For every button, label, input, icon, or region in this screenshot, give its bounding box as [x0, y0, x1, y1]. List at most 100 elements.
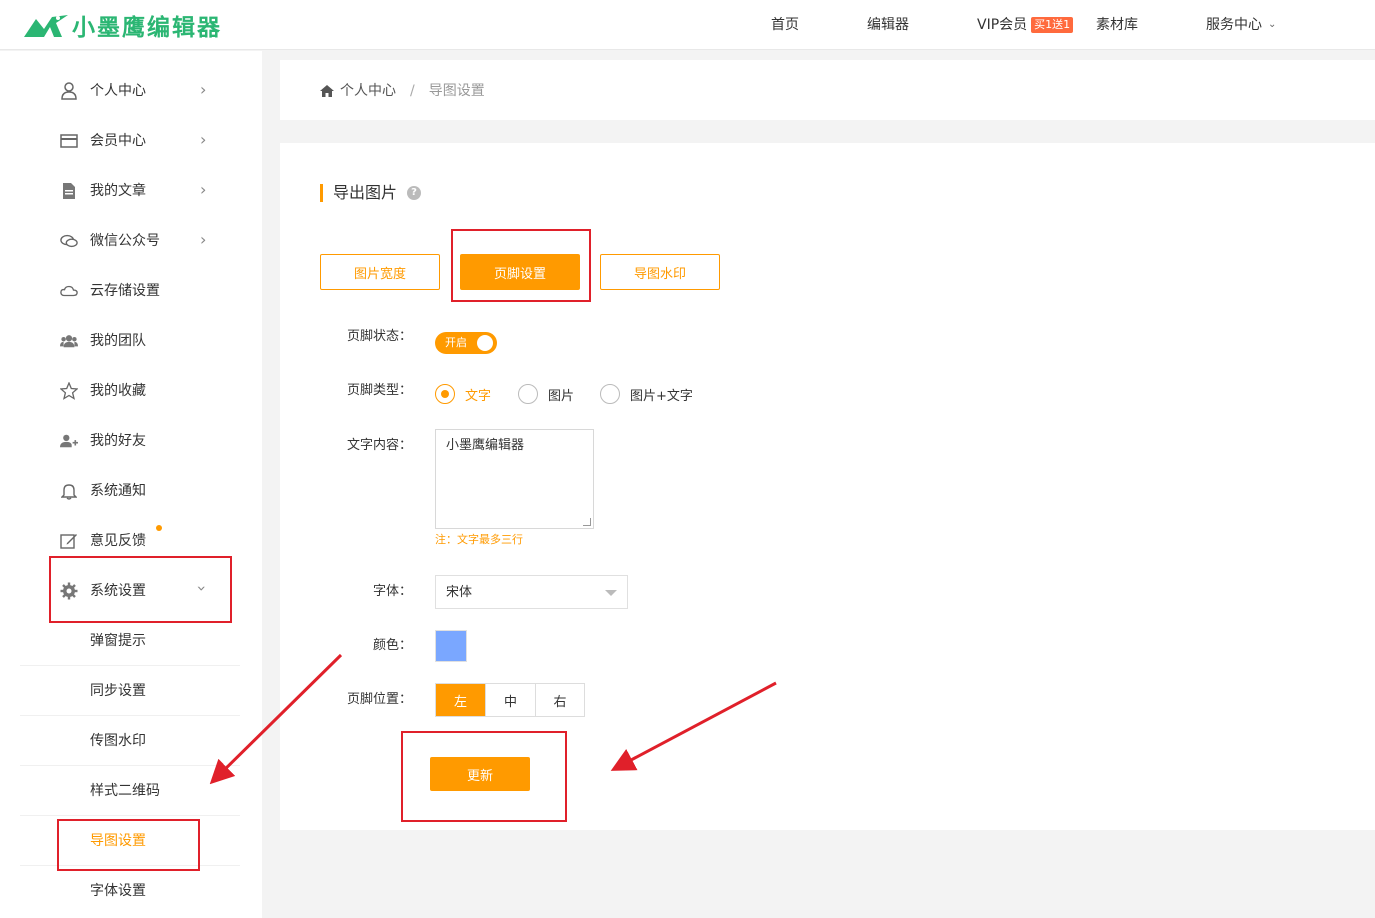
- chevron-right-icon: ›: [200, 80, 207, 99]
- position-left-button[interactable]: 左: [436, 684, 486, 716]
- chevron-right-icon: ›: [200, 180, 207, 199]
- toggle-knob: [477, 335, 493, 351]
- top-navbar: 小墨鹰编辑器 首页 编辑器 VIP会员 买1送1 素材库 服务中心 ⌄: [0, 0, 1375, 50]
- page-title: 导出图片: [333, 183, 398, 202]
- chevron-down-icon: ⌄: [1268, 19, 1277, 30]
- export-settings-panel: 导出图片 ? 图片宽度 页脚设置 导图水印 页脚状态： 开启 页脚类型： 文字 …: [280, 143, 1375, 830]
- chevron-right-icon: ›: [200, 130, 207, 149]
- team-icon: [60, 332, 78, 350]
- color-picker-swatch[interactable]: [435, 630, 467, 662]
- breadcrumb-separator: /: [410, 83, 415, 99]
- chat-icon: [60, 232, 78, 250]
- sidebar-item-label: 微信公众号: [90, 233, 160, 249]
- radio-label: 文字: [465, 388, 492, 404]
- sidebar-item-label: 系统通知: [90, 483, 146, 499]
- sidebar: 个人中心 › 会员中心 › 我的文章 › 微信公众号 › 云存储设置 我的团队 …: [0, 51, 262, 918]
- footer-status-toggle[interactable]: 开启: [435, 332, 497, 354]
- caret-down-icon: [605, 590, 617, 596]
- eagle-logo-icon: [24, 15, 68, 37]
- sidebar-item-cloud[interactable]: 云存储设置: [0, 266, 240, 316]
- annotation-box-export-settings: [57, 819, 200, 871]
- radio-circle: [600, 384, 620, 404]
- submenu-item-fonts[interactable]: 字体设置: [20, 866, 240, 916]
- radio-footer-type-text[interactable]: 文字: [435, 384, 491, 404]
- add-friend-icon: [60, 432, 78, 450]
- sidebar-item-label: 云存储设置: [90, 283, 160, 299]
- submenu-item-label: 字体设置: [90, 883, 146, 899]
- sidebar-item-team[interactable]: 我的团队: [0, 316, 240, 366]
- position-center-button[interactable]: 中: [486, 684, 536, 716]
- sidebar-item-favorites[interactable]: 我的收藏: [0, 366, 240, 416]
- radio-footer-type-image-text[interactable]: 图片+文字: [600, 384, 693, 404]
- radio-circle: [518, 384, 538, 404]
- sidebar-item-label: 会员中心: [90, 133, 146, 149]
- footer-position-label: 页脚位置：: [346, 692, 412, 707]
- resize-handle[interactable]: [583, 518, 591, 526]
- nav-materials[interactable]: 素材库: [1096, 15, 1138, 35]
- tab-image-width[interactable]: 图片宽度: [320, 254, 440, 290]
- title-accent-bar: [320, 184, 323, 202]
- sidebar-item-notifications[interactable]: 系统通知: [0, 466, 240, 516]
- breadcrumb-current: 导图设置: [428, 83, 485, 99]
- position-right-button[interactable]: 右: [536, 684, 584, 716]
- text-limit-note: 注：文字最多三行: [435, 533, 523, 546]
- footer-text-input[interactable]: 小墨鹰编辑器: [435, 429, 594, 529]
- radio-footer-type-image[interactable]: 图片: [518, 384, 574, 404]
- user-icon: [60, 82, 78, 100]
- font-select-value: 宋体: [446, 585, 473, 600]
- nav-home[interactable]: 首页: [771, 15, 799, 35]
- unread-dot: [156, 525, 162, 531]
- font-select[interactable]: 宋体: [435, 575, 628, 609]
- footer-position-group: 左 中 右: [435, 683, 585, 717]
- nav-vip[interactable]: VIP会员 买1送1: [977, 15, 1074, 35]
- radio-circle: [435, 384, 455, 404]
- vip-promo-badge: 买1送1: [1031, 17, 1074, 33]
- cloud-icon: [60, 282, 78, 300]
- card-icon: [60, 132, 78, 150]
- breadcrumb-card: 个人中心 / 导图设置: [280, 60, 1375, 120]
- sidebar-item-label: 意见反馈: [90, 533, 146, 549]
- footer-status-label: 页脚状态：: [346, 329, 412, 344]
- toggle-text: 开启: [445, 336, 467, 349]
- sidebar-item-label: 我的收藏: [90, 383, 146, 399]
- sidebar-item-personal[interactable]: 个人中心 ›: [0, 66, 240, 116]
- home-icon: [320, 85, 334, 97]
- bell-icon: [60, 482, 78, 500]
- sidebar-item-articles[interactable]: 我的文章 ›: [0, 166, 240, 216]
- chevron-right-icon: ›: [200, 230, 207, 249]
- radio-label: 图片+文字: [630, 388, 693, 404]
- text-content-label: 文字内容：: [346, 438, 412, 453]
- annotation-box-system-settings: [49, 556, 232, 623]
- submenu-item-label: 同步设置: [90, 683, 146, 699]
- star-icon: [60, 382, 78, 400]
- breadcrumb: 个人中心 / 导图设置: [320, 81, 485, 101]
- radio-label: 图片: [548, 388, 575, 404]
- document-icon: [60, 182, 78, 200]
- submenu-item-qrcode[interactable]: 样式二维码: [20, 766, 240, 816]
- edit-icon: [60, 532, 78, 550]
- sidebar-item-label: 个人中心: [90, 83, 146, 99]
- annotation-box-update: [401, 731, 567, 822]
- submenu-item-upload-watermark[interactable]: 传图水印: [20, 716, 240, 766]
- sidebar-item-label: 我的好友: [90, 433, 146, 449]
- footer-type-label: 页脚类型：: [346, 383, 412, 398]
- nav-service[interactable]: 服务中心 ⌄: [1206, 15, 1276, 37]
- brand-logo[interactable]: 小墨鹰编辑器: [22, 8, 222, 42]
- section-title: 导出图片 ?: [320, 183, 422, 203]
- annotation-box-footer-tab: [451, 229, 591, 302]
- submenu-item-label: 弹窗提示: [90, 633, 146, 649]
- question-icon[interactable]: ?: [407, 186, 422, 200]
- sidebar-item-membership[interactable]: 会员中心 ›: [0, 116, 240, 166]
- breadcrumb-home[interactable]: 个人中心: [340, 81, 396, 101]
- submenu-item-label: 样式二维码: [90, 783, 160, 799]
- sidebar-item-friends[interactable]: 我的好友: [0, 416, 240, 466]
- nav-editor[interactable]: 编辑器: [867, 15, 909, 35]
- tab-export-watermark[interactable]: 导图水印: [600, 254, 720, 290]
- submenu-item-sync[interactable]: 同步设置: [20, 666, 240, 716]
- brand-name: 小墨鹰编辑器: [72, 15, 222, 41]
- submenu-item-label: 传图水印: [90, 733, 146, 749]
- footer-text-value: 小墨鹰编辑器: [446, 438, 525, 453]
- sidebar-item-wechat[interactable]: 微信公众号 ›: [0, 216, 240, 266]
- submenu-item-popup[interactable]: 弹窗提示: [20, 616, 240, 666]
- nav-service-label: 服务中心: [1206, 17, 1262, 33]
